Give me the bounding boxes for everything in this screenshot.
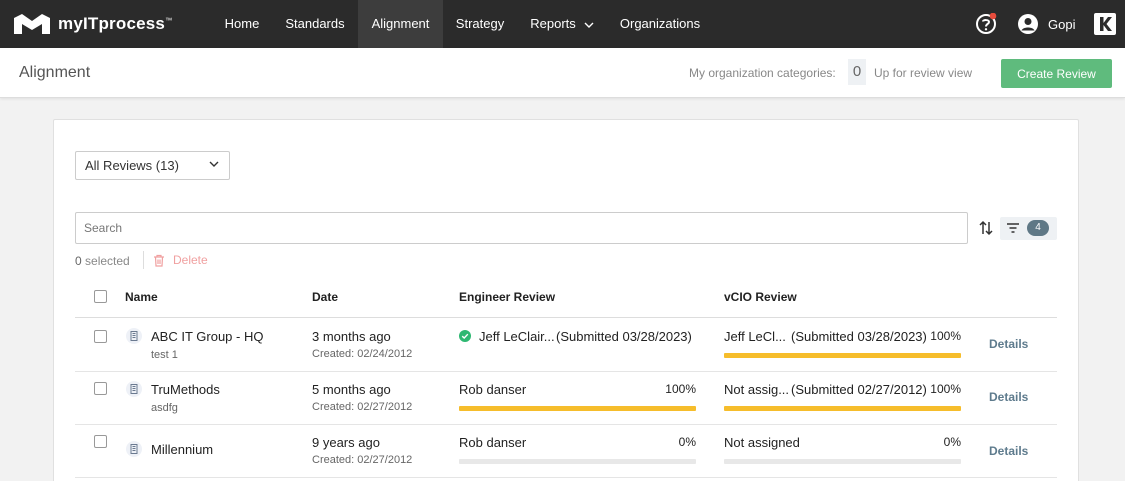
- help-circle-icon: [976, 12, 997, 34]
- selected-count: 0 selected: [75, 254, 130, 268]
- row-divider: [75, 477, 1057, 478]
- app-logo[interactable]: myITprocess™: [12, 12, 172, 36]
- review-date: 3 months ago: [312, 329, 391, 344]
- column-header-name[interactable]: Name: [125, 290, 158, 304]
- selected-number: 0: [75, 254, 82, 268]
- review-date: 5 months ago: [312, 382, 391, 397]
- review-view-link[interactable]: Up for review view: [874, 66, 972, 80]
- engineer-progress-bar: [459, 406, 696, 411]
- details-link[interactable]: Details: [989, 390, 1028, 404]
- user-menu[interactable]: Gopi: [1017, 13, 1075, 35]
- created-date: Created: 02/27/2012: [312, 401, 413, 413]
- logo-mark-icon: [14, 14, 50, 34]
- brand-switcher-button[interactable]: [1094, 13, 1116, 35]
- kaseya-k-icon: [1100, 17, 1112, 31]
- reviews-card: All Reviews (13) 4 0 selected Delete Nam…: [53, 119, 1079, 481]
- vcio-percent: 100%: [930, 382, 961, 396]
- row-checkbox[interactable]: [94, 330, 107, 343]
- column-header-engineer-review[interactable]: Engineer Review: [459, 290, 555, 304]
- row-divider: [75, 424, 1057, 425]
- chevron-down-icon: [584, 22, 594, 28]
- nav-reports-label: Reports: [530, 16, 576, 31]
- trash-icon: [154, 254, 164, 267]
- nav-alignment[interactable]: Alignment: [358, 0, 443, 48]
- review-date: 9 years ago: [312, 435, 380, 450]
- header-divider: [75, 317, 1057, 318]
- create-review-button[interactable]: Create Review: [1001, 59, 1112, 88]
- vcio-reviewer: Jeff LeCl...: [724, 329, 786, 344]
- progress-fill: [459, 406, 696, 411]
- vcio-progress-bar: [724, 406, 961, 411]
- sort-arrows-icon: [979, 220, 993, 236]
- vcio-reviewer: Not assig...: [724, 382, 790, 397]
- org-subtitle: test 1: [151, 349, 178, 361]
- vcio-progress-bar: [724, 459, 961, 464]
- details-link[interactable]: Details: [989, 444, 1028, 458]
- nav-reports[interactable]: Reports: [520, 0, 604, 48]
- vcio-progress-bar: [724, 353, 961, 358]
- row-divider: [75, 371, 1057, 372]
- delete-label: Delete: [173, 253, 208, 267]
- app-name: myITprocess™: [58, 14, 173, 33]
- engineer-reviewer: Jeff LeClair...: [479, 329, 555, 344]
- submitted-check-icon: [459, 330, 471, 342]
- building-icon: [126, 381, 142, 397]
- engineer-status: (Submitted 03/28/2023): [556, 329, 692, 344]
- engineer-reviewer: Rob danser: [459, 382, 527, 397]
- nav-standards[interactable]: Standards: [275, 0, 355, 48]
- org-name[interactable]: Millennium: [151, 442, 213, 457]
- help-button[interactable]: [975, 12, 997, 35]
- row-checkbox[interactable]: [94, 435, 107, 448]
- engineer-percent: 0%: [678, 435, 696, 449]
- sort-button[interactable]: [979, 220, 993, 236]
- engineer-progress-bar: [459, 459, 696, 464]
- vcio-percent: 0%: [943, 435, 961, 449]
- details-link[interactable]: Details: [989, 337, 1028, 351]
- delete-button[interactable]: Delete: [153, 253, 208, 267]
- filter-count-badge: 4: [1027, 220, 1049, 236]
- page-header: Alignment My organization categories: 0 …: [0, 48, 1125, 98]
- filter-lines-icon: [1007, 223, 1019, 233]
- created-date: Created: 02/27/2012: [312, 454, 413, 466]
- created-date: Created: 02/24/2012: [312, 348, 413, 360]
- divider: [143, 251, 144, 269]
- user-name: Gopi: [1048, 16, 1076, 32]
- page-title: Alignment: [19, 64, 91, 81]
- chevron-down-icon: [209, 161, 219, 167]
- org-subtitle: asdfg: [151, 402, 178, 414]
- progress-fill: [724, 406, 961, 411]
- selected-label: selected: [85, 254, 130, 268]
- engineer-reviewer: Rob danser: [459, 435, 527, 450]
- column-header-date[interactable]: Date: [312, 290, 338, 304]
- search-input[interactable]: [75, 212, 968, 244]
- vcio-status: (Submitted 03/28/2023): [791, 329, 927, 344]
- progress-fill: [724, 353, 961, 358]
- categories-label: My organization categories:: [689, 66, 836, 80]
- vcio-percent: 100%: [930, 329, 961, 343]
- org-name[interactable]: ABC IT Group - HQ: [151, 329, 263, 344]
- filter-button[interactable]: 4: [1000, 217, 1057, 240]
- review-filter-select[interactable]: All Reviews (13): [75, 151, 230, 180]
- account-circle-icon: [1018, 14, 1038, 34]
- select-all-checkbox[interactable]: [94, 290, 107, 303]
- vcio-reviewer: Not assigned: [724, 435, 800, 450]
- row-checkbox[interactable]: [94, 382, 107, 395]
- review-filter-value: All Reviews (13): [85, 158, 179, 173]
- column-header-vcio-review[interactable]: vCIO Review: [724, 290, 797, 304]
- top-nav-bar: myITprocess™ Home Standards Alignment St…: [0, 0, 1125, 48]
- org-name[interactable]: TruMethods: [151, 382, 220, 397]
- engineer-percent: 100%: [665, 382, 696, 396]
- nav-strategy[interactable]: Strategy: [446, 0, 514, 48]
- building-icon: [126, 328, 142, 344]
- vcio-status: (Submitted 02/27/2012): [791, 382, 927, 397]
- nav-organizations[interactable]: Organizations: [610, 0, 710, 48]
- nav-home[interactable]: Home: [212, 0, 272, 48]
- building-icon: [126, 441, 142, 457]
- categories-count[interactable]: 0: [848, 59, 866, 85]
